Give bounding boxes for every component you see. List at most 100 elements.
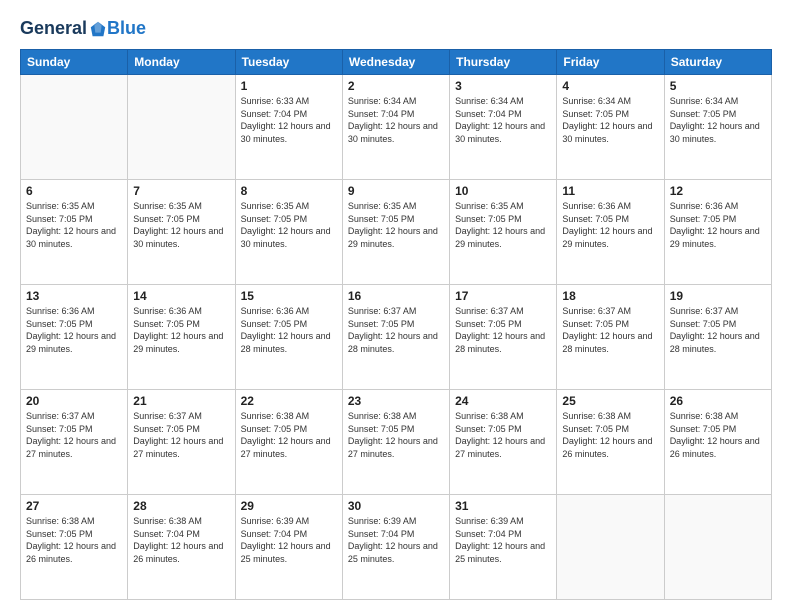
calendar-day-cell: 8 Sunrise: 6:35 AM Sunset: 7:05 PM Daylig… [235, 180, 342, 285]
day-number: 24 [455, 394, 551, 408]
day-info: Sunrise: 6:35 AM Sunset: 7:05 PM Dayligh… [348, 200, 444, 250]
day-info: Sunrise: 6:38 AM Sunset: 7:05 PM Dayligh… [241, 410, 337, 460]
day-number: 7 [133, 184, 229, 198]
calendar-body: 1 Sunrise: 6:33 AM Sunset: 7:04 PM Daylig… [21, 75, 772, 600]
calendar-week-row: 13 Sunrise: 6:36 AM Sunset: 7:05 PM Dayli… [21, 285, 772, 390]
calendar-header-cell: Friday [557, 50, 664, 75]
day-number: 6 [26, 184, 122, 198]
day-number: 2 [348, 79, 444, 93]
day-info: Sunrise: 6:33 AM Sunset: 7:04 PM Dayligh… [241, 95, 337, 145]
calendar-header-cell: Tuesday [235, 50, 342, 75]
day-info: Sunrise: 6:36 AM Sunset: 7:05 PM Dayligh… [26, 305, 122, 355]
day-number: 13 [26, 289, 122, 303]
day-number: 12 [670, 184, 766, 198]
day-info: Sunrise: 6:39 AM Sunset: 7:04 PM Dayligh… [348, 515, 444, 565]
calendar-day-cell: 18 Sunrise: 6:37 AM Sunset: 7:05 PM Dayli… [557, 285, 664, 390]
day-info: Sunrise: 6:36 AM Sunset: 7:05 PM Dayligh… [133, 305, 229, 355]
day-number: 30 [348, 499, 444, 513]
day-info: Sunrise: 6:38 AM Sunset: 7:05 PM Dayligh… [670, 410, 766, 460]
day-info: Sunrise: 6:34 AM Sunset: 7:05 PM Dayligh… [670, 95, 766, 145]
calendar-day-cell: 27Sunrise: 6:38 AM Sunset: 7:05 PM Dayli… [21, 495, 128, 600]
calendar-header-row: SundayMondayTuesdayWednesdayThursdayFrid… [21, 50, 772, 75]
day-number: 9 [348, 184, 444, 198]
header: General Blue [20, 18, 772, 39]
day-info: Sunrise: 6:38 AM Sunset: 7:04 PM Dayligh… [133, 515, 229, 565]
calendar-day-cell: 28 Sunrise: 6:38 AM Sunset: 7:04 PM Dayli… [128, 495, 235, 600]
calendar-day-cell [128, 75, 235, 180]
calendar-day-cell: 25Sunrise: 6:38 AM Sunset: 7:05 PM Dayli… [557, 390, 664, 495]
day-info: Sunrise: 6:39 AM Sunset: 7:04 PM Dayligh… [241, 515, 337, 565]
day-number: 31 [455, 499, 551, 513]
page: General Blue SundayMondayTuesdayWednesda… [0, 0, 792, 612]
day-info: Sunrise: 6:36 AM Sunset: 7:05 PM Dayligh… [562, 200, 658, 250]
day-info: Sunrise: 6:38 AM Sunset: 7:05 PM Dayligh… [562, 410, 658, 460]
day-info: Sunrise: 6:39 AM Sunset: 7:04 PM Dayligh… [455, 515, 551, 565]
calendar-day-cell: 31 Sunrise: 6:39 AM Sunset: 7:04 PM Dayli… [450, 495, 557, 600]
calendar-day-cell: 9 Sunrise: 6:35 AM Sunset: 7:05 PM Daylig… [342, 180, 449, 285]
day-number: 28 [133, 499, 229, 513]
day-number: 23 [348, 394, 444, 408]
logo: General Blue [20, 18, 146, 39]
calendar-week-row: 1 Sunrise: 6:33 AM Sunset: 7:04 PM Daylig… [21, 75, 772, 180]
day-info: Sunrise: 6:36 AM Sunset: 7:05 PM Dayligh… [241, 305, 337, 355]
day-number: 8 [241, 184, 337, 198]
day-info: Sunrise: 6:37 AM Sunset: 7:05 PM Dayligh… [455, 305, 551, 355]
calendar-table: SundayMondayTuesdayWednesdayThursdayFrid… [20, 49, 772, 600]
day-info: Sunrise: 6:34 AM Sunset: 7:05 PM Dayligh… [562, 95, 658, 145]
day-info: Sunrise: 6:37 AM Sunset: 7:05 PM Dayligh… [133, 410, 229, 460]
calendar-header-cell: Saturday [664, 50, 771, 75]
calendar-day-cell: 6 Sunrise: 6:35 AM Sunset: 7:05 PM Daylig… [21, 180, 128, 285]
calendar-day-cell: 23 Sunrise: 6:38 AM Sunset: 7:05 PM Dayli… [342, 390, 449, 495]
calendar-day-cell: 1 Sunrise: 6:33 AM Sunset: 7:04 PM Daylig… [235, 75, 342, 180]
day-number: 26 [670, 394, 766, 408]
calendar-day-cell: 26 Sunrise: 6:38 AM Sunset: 7:05 PM Dayli… [664, 390, 771, 495]
day-info: Sunrise: 6:35 AM Sunset: 7:05 PM Dayligh… [133, 200, 229, 250]
calendar-header-cell: Monday [128, 50, 235, 75]
day-info: Sunrise: 6:34 AM Sunset: 7:04 PM Dayligh… [455, 95, 551, 145]
day-number: 15 [241, 289, 337, 303]
calendar-header-cell: Sunday [21, 50, 128, 75]
day-info: Sunrise: 6:38 AM Sunset: 7:05 PM Dayligh… [348, 410, 444, 460]
calendar-day-cell: 17 Sunrise: 6:37 AM Sunset: 7:05 PM Dayli… [450, 285, 557, 390]
calendar-header-cell: Thursday [450, 50, 557, 75]
calendar-day-cell: 7 Sunrise: 6:35 AM Sunset: 7:05 PM Daylig… [128, 180, 235, 285]
calendar-day-cell: 11 Sunrise: 6:36 AM Sunset: 7:05 PM Dayli… [557, 180, 664, 285]
logo-blue-text: Blue [107, 18, 146, 39]
calendar-week-row: 20Sunrise: 6:37 AM Sunset: 7:05 PM Dayli… [21, 390, 772, 495]
day-number: 11 [562, 184, 658, 198]
calendar-day-cell: 2Sunrise: 6:34 AM Sunset: 7:04 PM Daylig… [342, 75, 449, 180]
calendar-day-cell: 3 Sunrise: 6:34 AM Sunset: 7:04 PM Daylig… [450, 75, 557, 180]
day-number: 21 [133, 394, 229, 408]
calendar-day-cell [664, 495, 771, 600]
day-number: 10 [455, 184, 551, 198]
day-info: Sunrise: 6:38 AM Sunset: 7:05 PM Dayligh… [455, 410, 551, 460]
logo-general-text: General [20, 18, 87, 39]
day-number: 19 [670, 289, 766, 303]
day-number: 27 [26, 499, 122, 513]
calendar-day-cell [557, 495, 664, 600]
calendar-day-cell: 30 Sunrise: 6:39 AM Sunset: 7:04 PM Dayli… [342, 495, 449, 600]
day-info: Sunrise: 6:35 AM Sunset: 7:05 PM Dayligh… [241, 200, 337, 250]
logo-icon [89, 20, 107, 38]
day-number: 18 [562, 289, 658, 303]
calendar-day-cell: 10Sunrise: 6:35 AM Sunset: 7:05 PM Dayli… [450, 180, 557, 285]
calendar-day-cell: 20Sunrise: 6:37 AM Sunset: 7:05 PM Dayli… [21, 390, 128, 495]
calendar-day-cell: 22Sunrise: 6:38 AM Sunset: 7:05 PM Dayli… [235, 390, 342, 495]
day-info: Sunrise: 6:37 AM Sunset: 7:05 PM Dayligh… [670, 305, 766, 355]
day-number: 16 [348, 289, 444, 303]
calendar-day-cell: 21 Sunrise: 6:37 AM Sunset: 7:05 PM Dayli… [128, 390, 235, 495]
day-number: 1 [241, 79, 337, 93]
day-number: 17 [455, 289, 551, 303]
calendar-day-cell: 13 Sunrise: 6:36 AM Sunset: 7:05 PM Dayli… [21, 285, 128, 390]
day-info: Sunrise: 6:37 AM Sunset: 7:05 PM Dayligh… [562, 305, 658, 355]
day-info: Sunrise: 6:35 AM Sunset: 7:05 PM Dayligh… [26, 200, 122, 250]
day-number: 3 [455, 79, 551, 93]
calendar-day-cell: 15 Sunrise: 6:36 AM Sunset: 7:05 PM Dayli… [235, 285, 342, 390]
calendar-header-cell: Wednesday [342, 50, 449, 75]
calendar-day-cell: 14Sunrise: 6:36 AM Sunset: 7:05 PM Dayli… [128, 285, 235, 390]
calendar-day-cell: 29Sunrise: 6:39 AM Sunset: 7:04 PM Dayli… [235, 495, 342, 600]
calendar-day-cell: 16Sunrise: 6:37 AM Sunset: 7:05 PM Dayli… [342, 285, 449, 390]
calendar-day-cell: 5 Sunrise: 6:34 AM Sunset: 7:05 PM Daylig… [664, 75, 771, 180]
calendar-day-cell: 24 Sunrise: 6:38 AM Sunset: 7:05 PM Dayli… [450, 390, 557, 495]
day-number: 5 [670, 79, 766, 93]
